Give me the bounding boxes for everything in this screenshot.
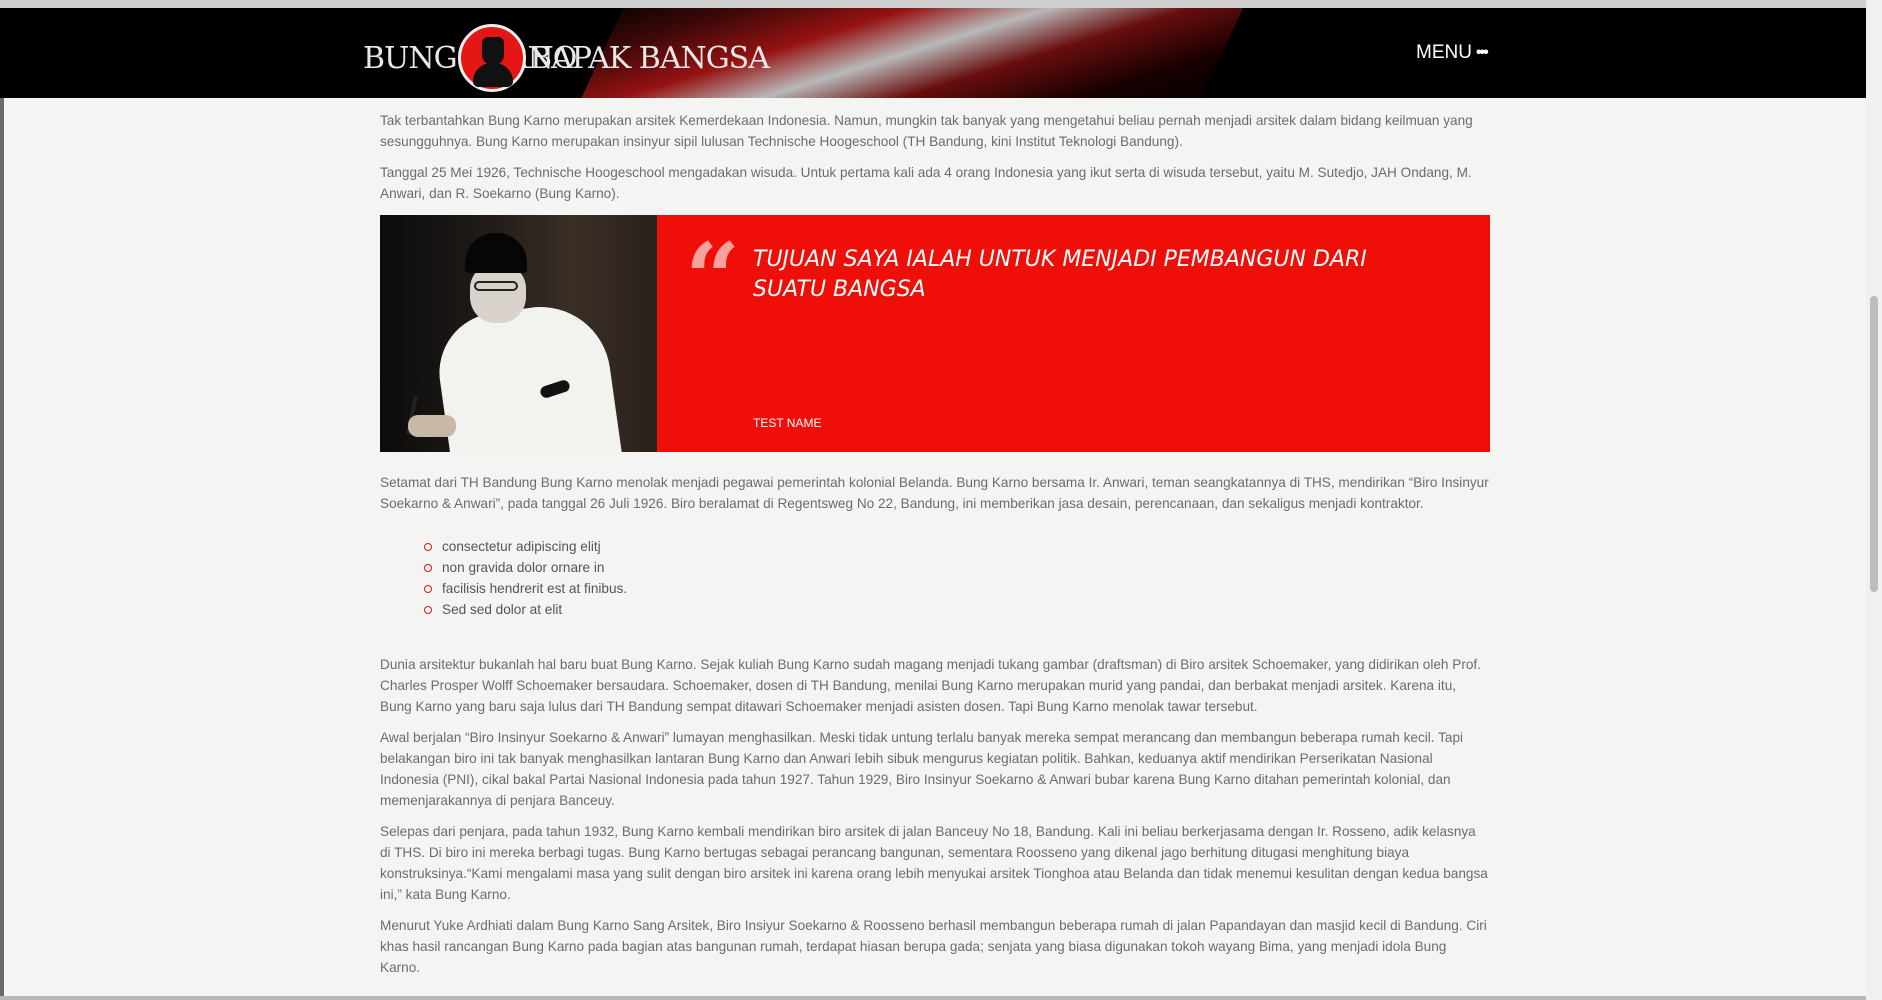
article-body: Tak terbantahkan Bung Karno merupakan ar… <box>380 110 1490 988</box>
scrollbar-thumb[interactable] <box>1870 296 1878 592</box>
article-paragraph: Dunia arsitektur bukanlah hal baru buat … <box>380 657 1481 714</box>
quote-mark-icon: “ <box>685 222 741 335</box>
menu-label: MENU <box>1416 42 1472 63</box>
soekarno-photo <box>380 215 657 452</box>
quote-author: TEST NAME <box>753 416 822 430</box>
logo-portrait-icon <box>458 24 526 92</box>
article-paragraph: Setamat dari TH Bandung Bung Karno menol… <box>380 475 1489 511</box>
article-paragraph: Awal berjalan “Biro Insinyur Soekarno & … <box>380 730 1464 808</box>
bullet-circle-icon <box>424 563 432 572</box>
bullet-list: consectetur adipiscing elitj non gravida… <box>380 536 1490 620</box>
logo-text-right: BAPAK BANGSA <box>530 40 770 76</box>
article-paragraph: Tanggal 25 Mei 1926, Technische Hoogesch… <box>380 165 1472 201</box>
list-item: Sed sed dolor at elit <box>424 599 1490 620</box>
site-header: BUNG KARNO BAPAK BANGSA MENU ••• <box>0 0 1882 98</box>
quote-content: “ TUJUAN SAYA IALAH UNTUK MENJADI PEMBAN… <box>657 215 1490 452</box>
list-item: consectetur adipiscing elitj <box>424 536 1490 557</box>
menu-button[interactable]: MENU ••• <box>1416 42 1489 64</box>
bullet-circle-icon <box>424 584 432 593</box>
list-item: facilisis hendrerit est at finibus. <box>424 578 1490 599</box>
site-logo[interactable]: BUNG KARNO BAPAK BANGSA <box>363 18 770 98</box>
window-left-edge <box>0 98 4 1000</box>
quote-text: TUJUAN SAYA IALAH UNTUK MENJADI PEMBANGU… <box>753 247 1367 302</box>
window-bottom-edge <box>0 996 1882 1000</box>
list-item: non gravida dolor ornare in <box>424 557 1490 578</box>
bullet-circle-icon <box>424 605 432 614</box>
article-paragraph: Menurut Yuke Ardhiati dalam Bung Karno S… <box>380 918 1487 975</box>
article-paragraph: Tak terbantahkan Bung Karno merupakan ar… <box>380 113 1473 149</box>
more-dots-icon: ••• <box>1475 44 1489 61</box>
article-paragraph: Selepas dari penjara, pada tahun 1932, B… <box>380 824 1488 902</box>
quote-block: “ TUJUAN SAYA IALAH UNTUK MENJADI PEMBAN… <box>380 215 1490 452</box>
bullet-circle-icon <box>424 542 432 551</box>
